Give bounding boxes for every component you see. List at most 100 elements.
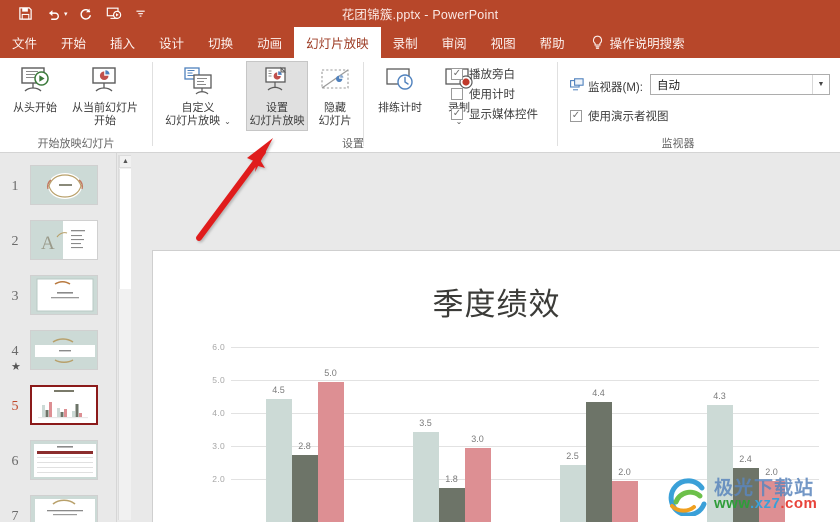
thumbnail-preview[interactable] (30, 275, 98, 315)
button-from-beginning[interactable]: 从头开始 (4, 62, 66, 115)
ribbon: 从头开始 从当前幻灯片 开始 开始放映幻灯片 自定义 幻灯片放映 ⌄ 设置 幻灯… (0, 58, 840, 153)
button-rehearse-timings[interactable]: 排练计时 (369, 62, 431, 115)
tab-home[interactable]: 开始 (49, 27, 98, 58)
tab-design[interactable]: 设计 (147, 27, 196, 58)
thumbnail-preview[interactable] (30, 440, 98, 480)
powerpoint-window: ▾ 花团锦簇.pptx - PowerPoint 文件 开始 插入 设计 切换 … (0, 0, 840, 522)
from-current-line1: 从当前幻灯片 (72, 102, 138, 114)
bar-chart[interactable]: 6.0 5.0 4.0 3.0 2.0 4.5 2.8 5.0 3.5 1.8 … (199, 342, 819, 522)
bar-label: 2.5 (566, 451, 579, 461)
chevron-down-icon[interactable]: ⌄ (224, 115, 231, 128)
bar-s3-q2[interactable]: 3.0 (464, 434, 491, 522)
tab-view[interactable]: 视图 (479, 27, 528, 58)
from-beginning-label: 从头开始 (13, 102, 57, 114)
thumbnail-slide-6[interactable]: 6 (0, 440, 116, 480)
bar-s1-q3[interactable]: 2.5 (559, 451, 586, 522)
ribbon-group-start-slideshow: 从头开始 从当前幻灯片 开始 开始放映幻灯片 (0, 58, 152, 152)
bar-s1-q4[interactable]: 4.3 (706, 391, 733, 522)
bar-group-q4: 4.3 2.4 2.0 (672, 347, 819, 522)
bar-label: 4.4 (592, 388, 605, 398)
ribbon-tabs: 文件 开始 插入 设计 切换 动画 幻灯片放映 录制 审阅 视图 帮助 操作说明… (0, 27, 840, 58)
thumbnail-number: 5 (11, 399, 19, 414)
bar-s3-q4[interactable]: 2.0 (758, 467, 785, 522)
hide-slide-line1: 隐藏 (324, 102, 346, 114)
setup-show-line2: 幻灯片放映 (249, 115, 305, 127)
undo-icon[interactable] (40, 2, 66, 26)
customize-qat-icon[interactable] (129, 2, 155, 26)
bar-label: 4.5 (272, 385, 285, 395)
setup-show-line1: 设置 (266, 102, 288, 114)
chevron-down-icon-monitor[interactable]: ▼ (812, 75, 829, 94)
tab-animations[interactable]: 动画 (245, 27, 294, 58)
pane-divider[interactable] (116, 153, 117, 522)
tab-slideshow[interactable]: 幻灯片放映 (294, 27, 381, 58)
thumbnail-preview-selected[interactable] (30, 385, 98, 425)
tab-record[interactable]: 录制 (381, 27, 430, 58)
hide-slide-line2: 幻灯片 (318, 115, 352, 127)
bar-label: 3.5 (419, 418, 432, 428)
tab-file[interactable]: 文件 (0, 27, 49, 58)
checkbox-use-presenter-view[interactable]: ✓ 使用演示者视图 (570, 108, 669, 124)
slide-canvas[interactable]: 季度绩效 6.0 5.0 4.0 3.0 2.0 4.5 2.8 5.0 3.5… (152, 250, 840, 522)
thumbnail-slide-7[interactable]: 7 (0, 495, 116, 522)
undo-dropdown-icon[interactable]: ▾ (64, 10, 71, 18)
chart-y-axis: 6.0 5.0 4.0 3.0 2.0 (199, 342, 225, 492)
button-set-up-slideshow[interactable]: 设置 幻灯片放映 (246, 61, 308, 131)
thumbnail-slide-3[interactable]: 3 (0, 275, 116, 315)
start-slideshow-icon[interactable] (101, 2, 127, 26)
bar-s2-q3[interactable]: 4.4 (585, 388, 612, 522)
checkbox-show-media-controls[interactable]: ✓ 显示媒体控件 (451, 106, 538, 122)
bar-s3-q1[interactable]: 5.0 (317, 368, 344, 522)
slide-stage: 季度绩效 6.0 5.0 4.0 3.0 2.0 4.5 2.8 5.0 3.5… (131, 153, 840, 522)
play-from-current-icon (87, 62, 123, 102)
checkbox-play-narrations[interactable]: ✓ 播放旁白 (451, 66, 515, 82)
bar-s1-q1[interactable]: 4.5 (265, 385, 292, 522)
checkbox-use-timings[interactable]: 使用计时 (451, 86, 515, 102)
tell-me-label: 操作说明搜索 (609, 37, 685, 51)
tab-insert[interactable]: 插入 (98, 27, 147, 58)
bar-s2-q1[interactable]: 2.8 (291, 441, 318, 522)
slide-title[interactable]: 季度绩效 (153, 279, 840, 324)
from-current-line2: 开始 (94, 115, 116, 127)
title-bar: ▾ 花团锦簇.pptx - PowerPoint (0, 0, 840, 27)
thumbnail-preview[interactable]: A (30, 220, 98, 260)
thumbnail-scrollbar[interactable]: ▲ (118, 155, 132, 520)
button-hide-slide[interactable]: 隐藏 幻灯片 (311, 62, 359, 128)
tab-transitions[interactable]: 切换 (196, 27, 245, 58)
bar-label: 2.0 (765, 467, 778, 477)
tab-review[interactable]: 审阅 (430, 27, 479, 58)
monitor-select-value: 自动 (657, 79, 680, 92)
rehearse-timings-icon (382, 62, 418, 102)
animation-star-icon: ★ (11, 361, 21, 373)
bar-s2-q4[interactable]: 2.4 (732, 454, 759, 522)
thumbnail-slide-1[interactable]: 1 (0, 165, 116, 205)
thumbnail-slide-2[interactable]: 2 A (0, 220, 116, 260)
workspace: 1 2 A 3 4 ★ 5 6 7 ▲ 季度绩效 6.0 5.0 4.0 3.0… (0, 153, 840, 522)
quick-access-toolbar: ▾ (12, 0, 155, 27)
bar-s2-q2[interactable]: 1.8 (438, 474, 465, 522)
thumbnail-preview[interactable] (30, 165, 98, 205)
thumbnail-preview[interactable] (30, 330, 98, 370)
bar-label: 2.0 (618, 467, 631, 477)
checkbox-box: ✓ (570, 110, 582, 122)
slide-thumbnail-pane[interactable]: 1 2 A 3 4 ★ 5 6 7 (0, 153, 116, 522)
y-tick-label: 5.0 (212, 375, 225, 385)
custom-show-line1: 自定义 (181, 102, 215, 114)
monitor-select[interactable]: 自动 ▼ (650, 74, 830, 95)
bar-s1-q2[interactable]: 3.5 (412, 418, 439, 522)
tell-me-box[interactable]: 操作说明搜索 (577, 27, 697, 58)
button-from-current-slide[interactable]: 从当前幻灯片 开始 (66, 62, 144, 128)
ribbon-separator-inner (363, 62, 364, 146)
thumbnail-slide-4[interactable]: 4 ★ (0, 330, 116, 373)
bar-s3-q3[interactable]: 2.0 (611, 467, 638, 522)
thumbnail-slide-5[interactable]: 5 (0, 385, 116, 425)
redo-icon[interactable] (73, 2, 99, 26)
thumbnail-preview[interactable] (30, 495, 98, 522)
tab-help[interactable]: 帮助 (528, 27, 577, 58)
button-custom-slideshow[interactable]: 自定义 幻灯片放映 ⌄ (161, 62, 235, 128)
ribbon-group-monitors: 监视器(M): 自动 ▼ ✓ 使用演示者视图 监视器 (558, 58, 840, 152)
monitor-label: 监视器(M): (588, 82, 643, 94)
group-label-start-slideshow: 开始放映幻灯片 (37, 138, 115, 150)
thumbnail-number: 6 (11, 454, 19, 469)
save-icon[interactable] (12, 2, 38, 26)
